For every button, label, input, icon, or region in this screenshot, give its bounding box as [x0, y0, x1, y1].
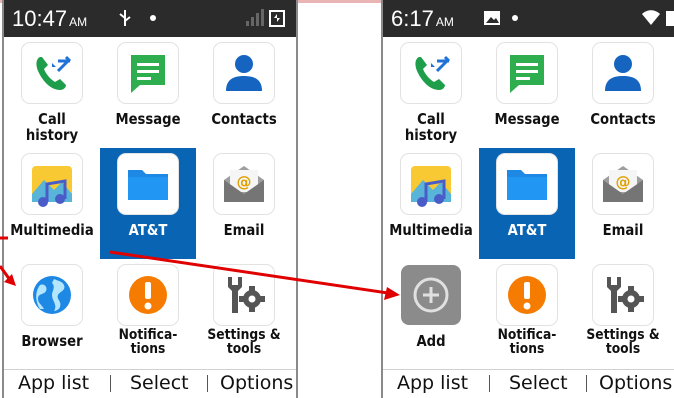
annotation-arrows	[0, 236, 400, 300]
annotation-arrow-right	[109, 250, 400, 300]
annotation-arrow-left	[0, 265, 16, 286]
